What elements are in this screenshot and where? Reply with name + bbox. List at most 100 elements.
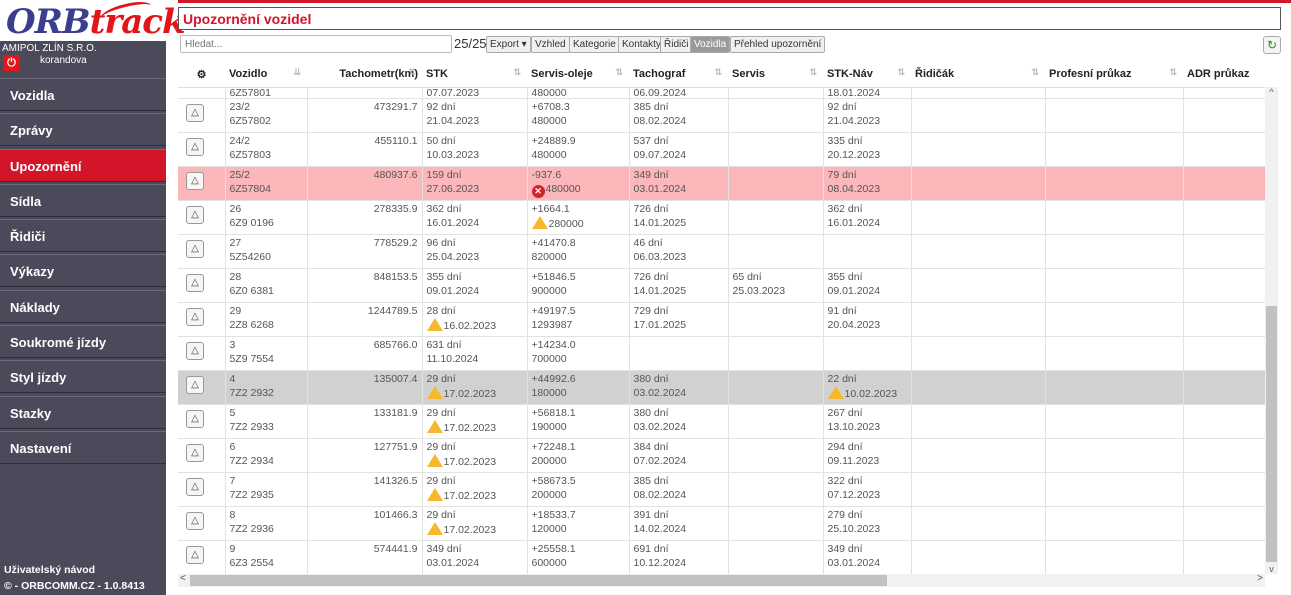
export-button[interactable]: Export ▾	[486, 36, 531, 53]
vertical-scrollbar[interactable]: ^ v	[1265, 87, 1278, 574]
refresh-icon[interactable]: ↻	[1263, 36, 1281, 54]
scroll-left-icon[interactable]: <	[180, 573, 186, 584]
sidebar-item[interactable]: Zprávy	[0, 113, 166, 147]
bell-icon[interactable]: △	[186, 171, 204, 190]
cell-line: 27.06.2023	[427, 182, 523, 196]
search-input[interactable]	[180, 35, 452, 53]
sort-icon[interactable]: ⇅	[1169, 67, 1177, 78]
table-cell: 778529.2	[307, 234, 423, 269]
sidebar-item[interactable]: Náklady	[0, 289, 166, 323]
column-header[interactable]: STK-Náv ⇅	[823, 62, 911, 88]
cell-text: 21.04.2023	[426, 114, 480, 127]
horizontal-scroll-thumb[interactable]	[190, 575, 887, 586]
bell-icon[interactable]: △	[186, 545, 204, 564]
table-row[interactable]: △ 6 7Z2 2934 127751.9 29 dní 17.02.2023 +72248…	[178, 438, 1265, 473]
table-row[interactable]: △ 23/2 6Z57802 473291.7 92 dní 21.04.2023 +670…	[178, 98, 1265, 133]
sort-icon[interactable]: ⇅	[1031, 67, 1039, 78]
table-row[interactable]: △ 3 5Z9 7554 685766.0 631 dní 11.10.2024 +1423…	[178, 336, 1265, 371]
table-cell: 362 dní 16.01.2024	[823, 200, 912, 235]
column-header[interactable]: Vozidlo ⇊	[225, 62, 307, 88]
scroll-right-icon[interactable]: >	[1257, 573, 1263, 584]
bell-icon[interactable]: △	[186, 477, 204, 496]
table-row[interactable]: △ 5 7Z2 2933 133181.9 29 dní 17.02.2023 +56818…	[178, 404, 1265, 439]
scroll-down-icon[interactable]: v	[1265, 564, 1278, 574]
cell-text: 4	[229, 372, 236, 385]
table-row[interactable]: △ 9 6Z3 2554 574441.9 349 dní 03.01.2024 +2555…	[178, 540, 1265, 574]
cell-text: 848153.5	[373, 270, 418, 283]
bell-icon[interactable]: △	[186, 443, 204, 462]
table-row[interactable]: △ 24/2 6Z57803 455110.1 50 dní 10.03.2023 +248…	[178, 132, 1265, 167]
sort-icon[interactable]: ⇅	[615, 67, 623, 78]
bell-icon[interactable]: △	[186, 273, 204, 292]
bell-icon[interactable]: △	[186, 239, 204, 258]
bell-icon[interactable]: △	[186, 375, 204, 394]
user-guide-link[interactable]: Uživatelský návod	[4, 562, 145, 578]
bell-icon[interactable]: △	[186, 307, 204, 326]
cell-line: 25.04.2023	[427, 250, 523, 264]
sidebar-item[interactable]: Sídla	[0, 183, 166, 217]
sidebar-item[interactable]: Stazky	[0, 395, 166, 429]
prehled-button[interactable]: Přehled upozornění	[730, 36, 826, 53]
kategorie-button[interactable]: Kategorie	[569, 36, 620, 53]
sidebar-item[interactable]: Vozidla	[0, 78, 166, 111]
cell-text: 135007.4	[373, 372, 418, 385]
column-header[interactable]: Servis ⇅	[728, 62, 823, 88]
bell-icon[interactable]: △	[186, 205, 204, 224]
bell-icon[interactable]: △	[186, 341, 204, 360]
sidebar-item[interactable]: Upozornění	[0, 148, 166, 182]
bell-icon[interactable]: △	[186, 409, 204, 428]
cell-text: 691 dní	[633, 542, 669, 555]
cell-text: 21.04.2023	[827, 114, 881, 127]
cell-text: 27	[229, 236, 242, 249]
vozidla-button[interactable]: Vozidla	[690, 36, 731, 53]
sidebar-item[interactable]: Soukromé jízdy	[0, 325, 166, 359]
table-row[interactable]: △ 4 7Z2 2932 135007.4 29 dní 17.02.2023 +44992…	[178, 370, 1265, 405]
column-settings-gear-icon[interactable]: ⚙	[178, 62, 225, 88]
column-header[interactable]: Servis-oleje ⇅	[527, 62, 629, 88]
column-header[interactable]: Profesní průkaz ⇅	[1045, 62, 1183, 88]
column-header[interactable]: STK ⇅	[422, 62, 527, 88]
cell-text: +51846.5	[531, 270, 576, 283]
kontakty-button[interactable]: Kontakty	[618, 36, 665, 53]
sort-icon[interactable]: ⇅	[408, 67, 416, 78]
cell-text: 574441.9	[373, 542, 418, 555]
logout-power-icon[interactable]: ⏻	[3, 55, 20, 71]
bell-icon[interactable]: △	[186, 103, 204, 122]
table-cell	[1183, 302, 1265, 337]
table-cell: 9 6Z3 2554	[225, 540, 308, 574]
sort-icon[interactable]: ⇅	[897, 67, 905, 78]
view-button[interactable]: Vzhled	[531, 36, 570, 53]
table-row[interactable]: △ 7 7Z2 2935 141326.5 29 dní 17.02.2023 +58673…	[178, 472, 1265, 507]
table-row[interactable]: △ 28 6Z0 6381 848153.5 355 dní 09.01.2024 +518…	[178, 268, 1265, 303]
table-row[interactable]: △ 27 5Z54260 778529.2 96 dní 25.04.2023 +41470…	[178, 234, 1265, 269]
column-header[interactable]: Tachometr(km) ⇅	[307, 62, 422, 88]
column-header[interactable]: Řidičák ⇅	[911, 62, 1045, 88]
sort-icon[interactable]: ⇅	[714, 67, 722, 78]
column-header[interactable]: ADR průkaz	[1183, 62, 1265, 88]
bell-icon[interactable]: △	[186, 511, 204, 530]
sidebar-item[interactable]: Řidiči	[0, 219, 166, 253]
sort-icon[interactable]: ⇊	[293, 67, 301, 78]
table-cell: 355 dní 09.01.2024	[422, 268, 528, 303]
sidebar-item[interactable]: Styl jízdy	[0, 360, 166, 394]
bell-icon[interactable]: △	[186, 137, 204, 156]
sort-icon[interactable]: ⇅	[513, 67, 521, 78]
scroll-up-icon[interactable]: ^	[1265, 87, 1278, 97]
cell-text: +18533.7	[531, 508, 576, 521]
cell-text: 09.01.2024	[426, 284, 480, 297]
vertical-scroll-thumb[interactable]	[1266, 306, 1277, 562]
table-row[interactable]: △ 29 2Z8 6268 1244789.5 28 dní 16.02.2023 +491…	[178, 302, 1265, 337]
table-row[interactable]: △ 8 7Z2 2936 101466.3 29 dní 17.02.2023 +18533…	[178, 506, 1265, 541]
table-row[interactable]: 6Z57801 07.07.2023 480000 06.09.2024 18.01.2…	[178, 87, 1265, 99]
sidebar-item[interactable]: Výkazy	[0, 254, 166, 288]
sidebar-item[interactable]: Nastavení	[0, 430, 166, 464]
column-header-label: STK	[426, 68, 448, 80]
column-header[interactable]: Tachograf ⇅	[629, 62, 728, 88]
table-row[interactable]: △ 25/2 6Z57804 480937.6 159 dní 27.06.2023 -93…	[178, 166, 1265, 201]
cell-text: 10.03.2023	[426, 148, 480, 161]
orbtrack-logo: ORBtrack	[6, 2, 186, 42]
table-row[interactable]: △ 26 6Z9 0196 278335.9 362 dní 16.01.2024 +166…	[178, 200, 1265, 235]
horizontal-scrollbar[interactable]: < >	[178, 573, 1265, 587]
ridici-button[interactable]: Řidiči	[660, 36, 693, 53]
sort-icon[interactable]: ⇅	[809, 67, 817, 78]
